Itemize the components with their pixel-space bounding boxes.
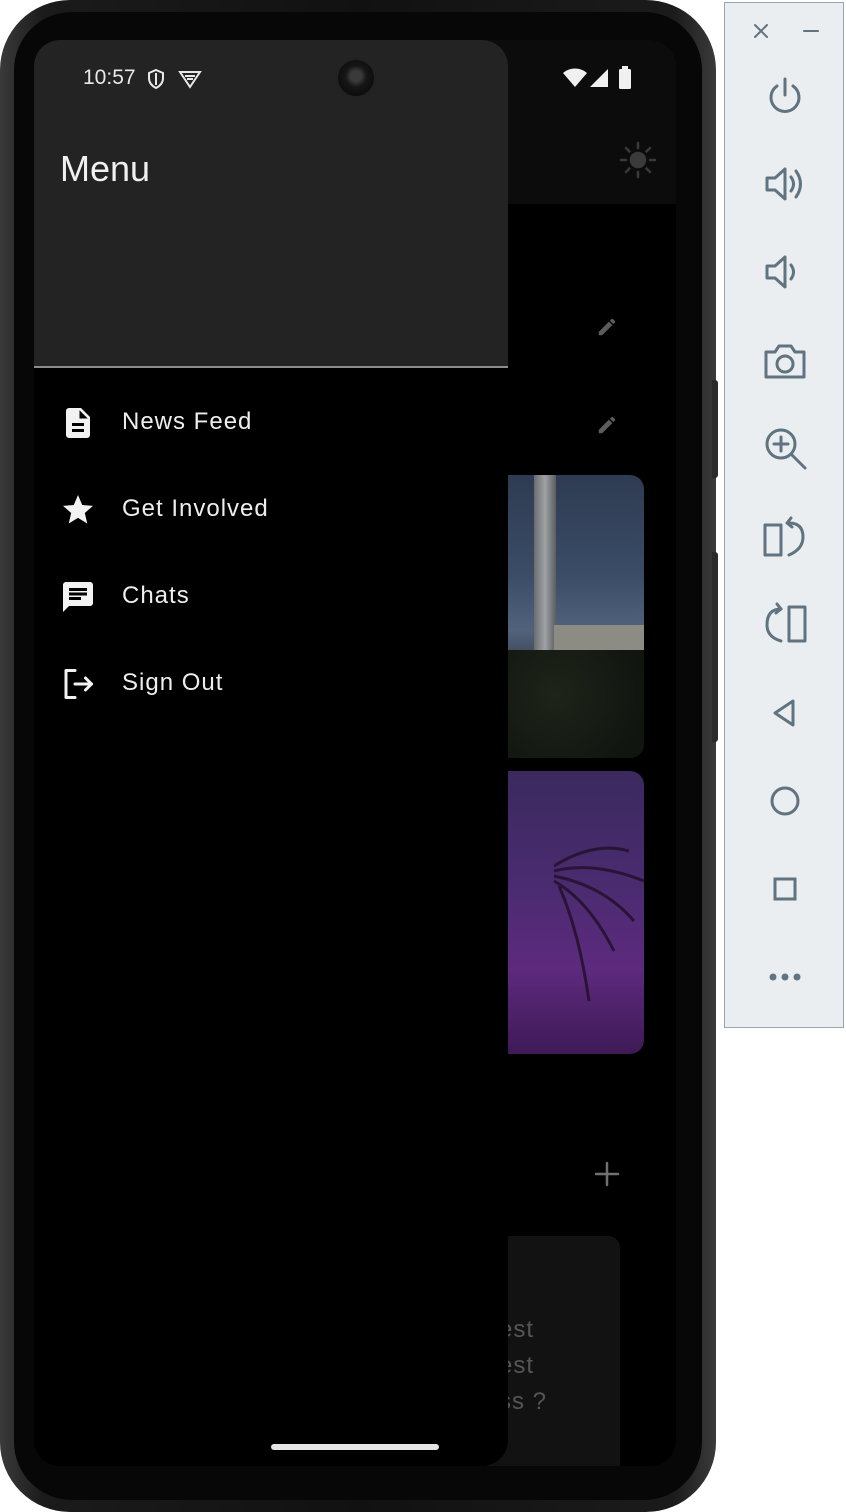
drawer-item-get-involved[interactable]: Get Involved	[34, 470, 508, 550]
vpn-shield-icon	[178, 71, 202, 89]
wifi-icon	[563, 68, 587, 87]
drawer-item-label: Get Involved	[122, 495, 269, 522]
power-icon[interactable]	[761, 73, 809, 121]
status-bar: 10:57	[34, 40, 676, 116]
drawer-item-label: Chats	[122, 582, 190, 609]
theme-toggle-icon[interactable]	[618, 140, 658, 180]
cellular-signal-icon	[590, 69, 608, 87]
home-icon[interactable]	[761, 777, 809, 825]
emulator-toolbar	[724, 2, 844, 1028]
battery-icon	[619, 66, 631, 89]
more-icon[interactable]	[761, 953, 809, 1001]
rotate-left-icon[interactable]	[761, 513, 809, 561]
minaret-shape	[534, 475, 556, 675]
status-time: 10:57	[83, 66, 136, 89]
phone-screen: est est ss ? Menu News Feed Get Involved…	[34, 40, 676, 1466]
volume-down-icon[interactable]	[761, 248, 809, 296]
drawer-item-chats[interactable]: Chats	[34, 557, 508, 637]
logout-icon	[64, 669, 93, 699]
home-gesture-bar[interactable]	[271, 1444, 439, 1450]
minimize-icon[interactable]	[799, 19, 823, 43]
drawer-item-label: News Feed	[122, 408, 253, 435]
drawer-title: Menu	[60, 148, 151, 189]
power-side-button	[712, 380, 718, 478]
star-icon	[63, 495, 93, 524]
edit-icon[interactable]	[596, 316, 618, 338]
trees-shape	[484, 650, 644, 758]
zoom-in-icon[interactable]	[761, 424, 809, 472]
navigation-drawer: Menu News Feed Get Involved Chats Sign O…	[34, 40, 508, 1466]
drawer-item-sign-out[interactable]: Sign Out	[34, 644, 508, 724]
palm-tree-shape	[553, 846, 644, 1002]
camera-icon[interactable]	[761, 337, 809, 385]
edit-icon[interactable]	[596, 414, 618, 436]
overview-icon[interactable]	[761, 865, 809, 913]
front-camera	[336, 58, 376, 98]
drawer-item-news-feed[interactable]: News Feed	[34, 383, 508, 463]
add-icon[interactable]	[594, 1161, 620, 1187]
shield-icon	[148, 68, 164, 90]
volume-up-icon[interactable]	[761, 160, 809, 208]
back-icon[interactable]	[761, 689, 809, 737]
drawer-item-label: Sign Out	[122, 669, 224, 696]
chat-icon	[63, 582, 93, 612]
volume-side-button	[712, 552, 718, 742]
close-icon[interactable]	[749, 19, 773, 43]
article-icon	[66, 408, 90, 438]
rotate-right-icon[interactable]	[761, 601, 809, 649]
